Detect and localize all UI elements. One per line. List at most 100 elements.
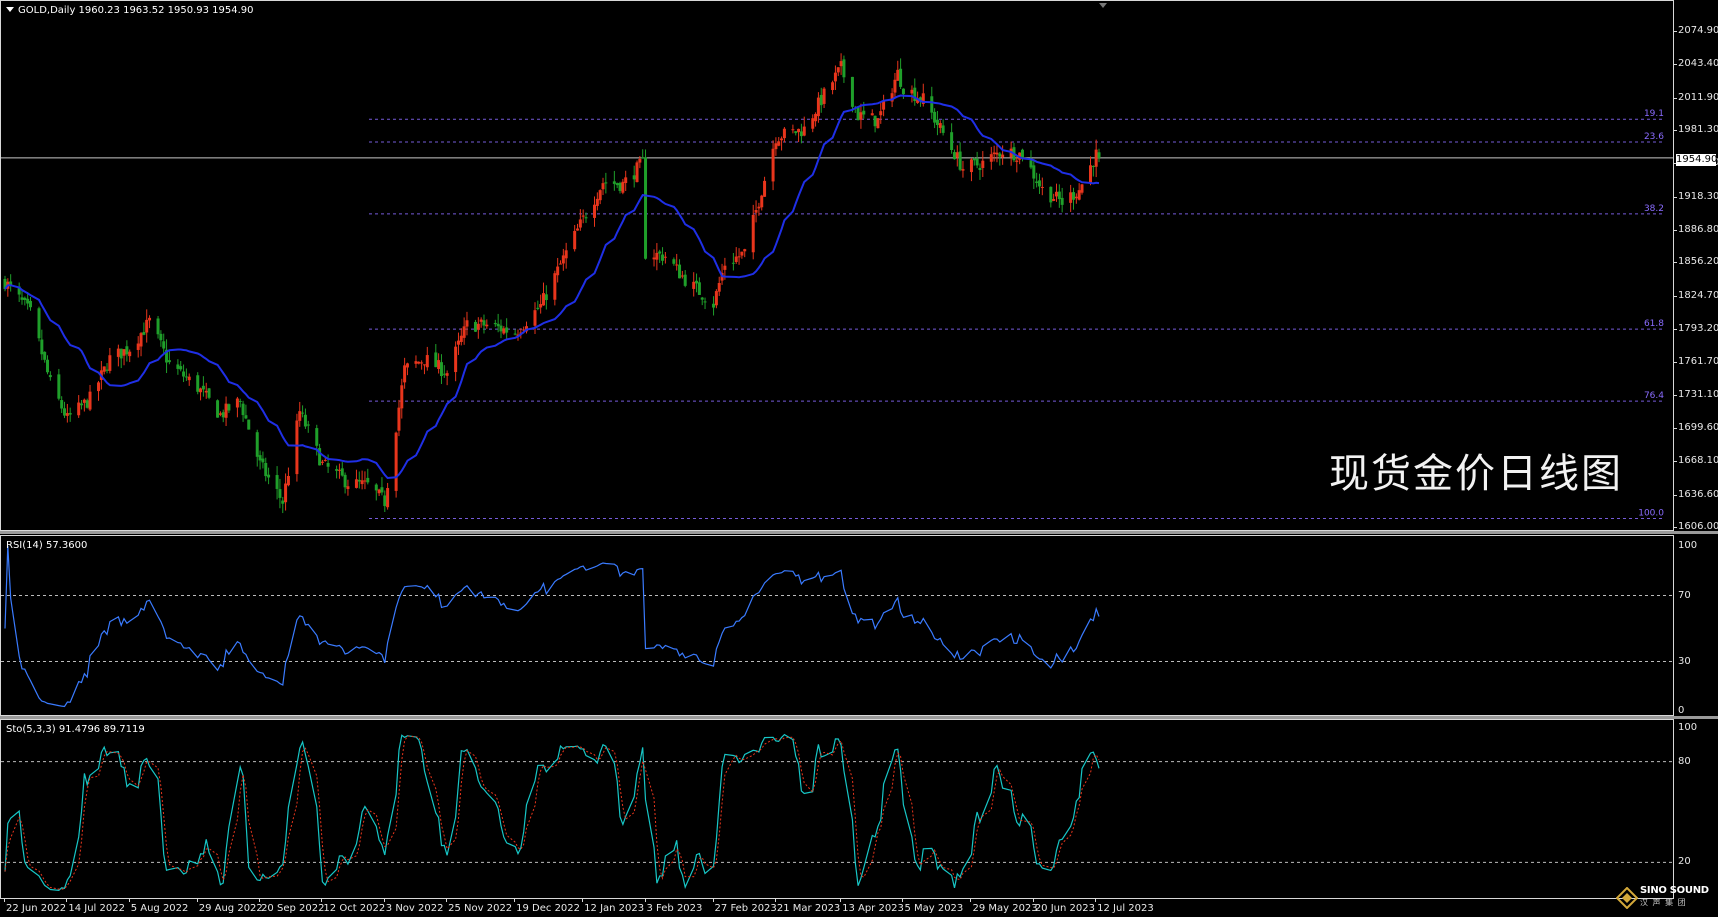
candle-body bbox=[876, 118, 880, 129]
candle-body bbox=[301, 412, 305, 414]
candle-body bbox=[842, 59, 846, 78]
time-axis-tick bbox=[514, 899, 516, 902]
candle-body bbox=[145, 319, 149, 333]
rsi-indicator-pane[interactable]: RSI(14) 57.3600 bbox=[0, 535, 1674, 716]
price-axis-tick bbox=[1674, 427, 1677, 429]
candle-body bbox=[405, 363, 409, 368]
candle-body bbox=[354, 479, 358, 488]
candle-body bbox=[187, 376, 191, 381]
candle-body bbox=[496, 323, 500, 327]
candle-body bbox=[1094, 149, 1098, 167]
candle-body bbox=[1097, 152, 1101, 158]
candle-body bbox=[678, 264, 682, 279]
candle-body bbox=[1057, 191, 1061, 200]
chart-watermark: 现货金价日线图 bbox=[1329, 451, 1623, 497]
candle-body bbox=[553, 273, 557, 300]
candle-body bbox=[870, 113, 874, 116]
rsi-label: RSI(14) 57.3600 bbox=[6, 540, 88, 551]
time-axis-label: 29 May 2023 bbox=[972, 903, 1038, 914]
dropdown-triangle-icon[interactable] bbox=[6, 7, 14, 12]
fib-level-label: 19.1 bbox=[1644, 109, 1664, 119]
candle-body bbox=[1037, 180, 1041, 187]
pane-separator[interactable] bbox=[0, 531, 1718, 534]
rsi-axis-label: 0 bbox=[1678, 705, 1685, 716]
candle-body bbox=[760, 195, 764, 208]
time-axis-label: 22 Jun 2022 bbox=[6, 903, 67, 914]
candle-body bbox=[196, 375, 200, 392]
price-axis-tick bbox=[1674, 527, 1677, 528]
candle-body bbox=[714, 291, 718, 306]
candle-body bbox=[425, 355, 429, 368]
candle-body bbox=[1069, 192, 1073, 203]
candle-body bbox=[632, 175, 636, 180]
candle-body bbox=[162, 341, 166, 349]
candle-body bbox=[992, 152, 996, 155]
candle-body bbox=[235, 398, 239, 408]
current-price-badge: 1954.90 bbox=[1676, 154, 1718, 166]
candle-body bbox=[68, 412, 72, 415]
candle-body bbox=[400, 385, 404, 409]
candle-body bbox=[422, 364, 426, 366]
candle-body bbox=[1071, 192, 1075, 200]
candle-body bbox=[819, 94, 823, 106]
candle-body bbox=[386, 488, 390, 508]
time-axis-tick bbox=[4, 899, 5, 902]
candle-body bbox=[561, 255, 565, 264]
time-axis-label: 12 Jan 2023 bbox=[584, 903, 645, 914]
candle-body bbox=[683, 274, 687, 286]
candle-body bbox=[644, 157, 648, 259]
sino-sound-logo: SINO SOUND 汉 声 集 团 bbox=[1616, 883, 1716, 915]
candle-body bbox=[182, 371, 186, 377]
candle-body bbox=[958, 151, 962, 170]
price-axis-label: 2011.90 bbox=[1678, 91, 1718, 103]
candle-body bbox=[1091, 165, 1095, 168]
candle-body bbox=[995, 152, 999, 155]
candle-body bbox=[241, 403, 245, 416]
candle-body bbox=[502, 328, 506, 334]
candle-body bbox=[360, 480, 364, 485]
candle-body bbox=[40, 339, 44, 355]
stochastic-signal-line bbox=[4, 735, 1100, 890]
time-axis-tick bbox=[582, 899, 584, 902]
candle-body bbox=[323, 459, 327, 461]
candle-body bbox=[1049, 186, 1053, 203]
candle-body bbox=[593, 204, 597, 218]
candle-body bbox=[1074, 196, 1078, 199]
price-axis-label: 1668.10 bbox=[1678, 455, 1718, 467]
stochastic-indicator-pane[interactable]: Sto(5,3,3) 91.4796 89.7119 bbox=[0, 719, 1674, 899]
candle-body bbox=[238, 400, 242, 402]
candle-body bbox=[816, 97, 820, 117]
candle-body bbox=[315, 428, 319, 446]
candle-body bbox=[794, 131, 798, 134]
candle-body bbox=[576, 228, 580, 231]
time-axis-label: 3 Feb 2023 bbox=[646, 903, 703, 914]
candle-body bbox=[655, 252, 659, 260]
candle-body bbox=[284, 483, 288, 503]
price-axis[interactable]: 2074.902043.402011.901981.301949.701918.… bbox=[1674, 0, 1718, 532]
candle-body bbox=[275, 475, 279, 489]
candle-body bbox=[615, 183, 619, 186]
candle-body bbox=[366, 477, 370, 483]
logo-name: SINO SOUND bbox=[1640, 885, 1709, 896]
price-chart-pane[interactable]: 19.1 23.6 38.2 61.8 76.4 100.0 GOLD,Daily 196… bbox=[0, 0, 1674, 531]
candle-body bbox=[981, 160, 985, 168]
candle-body bbox=[136, 343, 140, 350]
candle-body bbox=[814, 113, 818, 122]
candle-body bbox=[950, 132, 954, 150]
candle-body bbox=[227, 404, 231, 411]
candle-body bbox=[442, 373, 446, 375]
candle-body bbox=[938, 123, 942, 128]
diamond-logo-icon bbox=[1616, 887, 1638, 909]
candle-body bbox=[621, 181, 625, 193]
stochastic-axis-label: 100 bbox=[1678, 722, 1698, 733]
candle-body bbox=[680, 275, 684, 277]
time-axis[interactable]: 22 Jun 2022 14 Jul 2022 5 Aug 2022 29 Aug 2… bbox=[0, 899, 1718, 917]
candle-body bbox=[541, 293, 545, 306]
candle-body bbox=[303, 414, 307, 427]
price-axis-tick bbox=[1674, 229, 1677, 231]
candle-body bbox=[479, 319, 483, 322]
candle-body bbox=[82, 399, 86, 403]
candle-body bbox=[1080, 184, 1084, 193]
candle-body bbox=[337, 469, 341, 471]
candle-body bbox=[856, 107, 860, 121]
